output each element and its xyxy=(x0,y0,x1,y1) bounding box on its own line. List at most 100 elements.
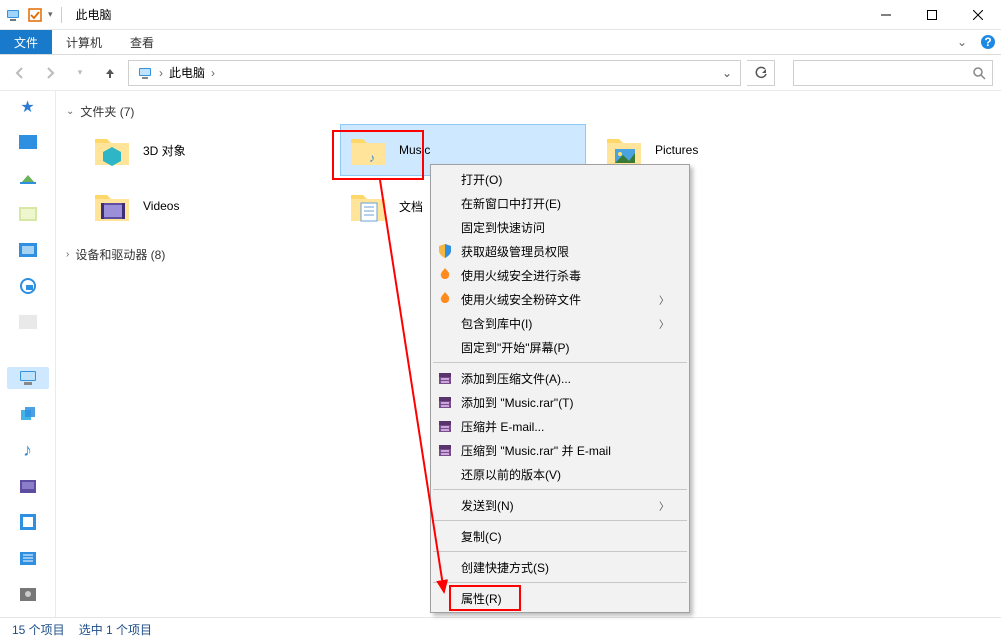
menu-item-label: 属性(R) xyxy=(461,590,502,607)
nav-this-pc[interactable] xyxy=(7,367,49,389)
nav-item[interactable] xyxy=(17,275,39,297)
nav-item[interactable] xyxy=(17,547,39,569)
huorong-icon xyxy=(436,266,454,284)
huorong-icon xyxy=(436,290,454,308)
close-button[interactable] xyxy=(955,0,1001,30)
chevron-right-icon: › xyxy=(157,66,165,80)
qat-item[interactable] xyxy=(26,6,44,24)
context-menu-item[interactable]: 添加到压缩文件(A)... xyxy=(431,366,689,390)
menu-item-label: 发送到(N) xyxy=(461,497,514,514)
menu-item-label: 压缩并 E-mail... xyxy=(461,418,544,435)
submenu-arrow-icon: 〉 xyxy=(659,292,669,307)
breadcrumb[interactable]: › 此电脑 › xyxy=(131,64,223,81)
context-menu-item[interactable]: 压缩并 E-mail... xyxy=(431,414,689,438)
context-menu-item[interactable]: 固定到"开始"屏幕(P) xyxy=(431,335,689,359)
help-icon[interactable]: ? xyxy=(975,30,1001,54)
menu-separator xyxy=(433,582,687,583)
up-button[interactable] xyxy=(98,61,122,85)
shield-icon xyxy=(436,242,454,260)
context-menu-item[interactable]: 复制(C) xyxy=(431,524,689,548)
navigation-pane: ★ ♪ xyxy=(0,91,56,617)
submenu-arrow-icon: 〉 xyxy=(659,498,669,513)
quick-access-toolbar: ▾ xyxy=(0,6,70,24)
minimize-button[interactable] xyxy=(863,0,909,30)
context-menu-item[interactable]: 获取超级管理员权限 xyxy=(431,239,689,263)
folder-label: Pictures xyxy=(655,143,698,157)
quick-access-icon[interactable]: ★ xyxy=(20,97,34,117)
menu-separator xyxy=(433,551,687,552)
submenu-arrow-icon: 〉 xyxy=(659,316,669,331)
menu-item-label: 固定到快速访问 xyxy=(461,219,545,236)
search-box[interactable] xyxy=(793,60,993,86)
folder-item[interactable]: 3D 对象 xyxy=(84,124,330,176)
menu-separator xyxy=(433,520,687,521)
context-menu-item[interactable]: 添加到 "Music.rar"(T) xyxy=(431,390,689,414)
navigation-bar: ▾ › 此电脑 › ⌄ xyxy=(0,55,1001,91)
ribbon-collapse-icon[interactable]: ⌄ xyxy=(949,30,975,54)
address-bar[interactable]: › 此电脑 › ⌄ xyxy=(128,60,741,86)
music-icon[interactable]: ♪ xyxy=(17,439,39,461)
context-menu-item[interactable]: 固定到快速访问 xyxy=(431,215,689,239)
nav-item[interactable] xyxy=(17,511,39,533)
breadcrumb-label: 此电脑 xyxy=(169,64,205,81)
context-menu-item[interactable]: 还原以前的版本(V) xyxy=(431,462,689,486)
rar-icon xyxy=(436,393,454,411)
nav-item[interactable] xyxy=(17,203,39,225)
title-bar: ▾ 此电脑 xyxy=(0,0,1001,30)
context-menu: 打开(O)在新窗口中打开(E) 固定到快速访问获取超级管理员权限使用火绒安全进行杀… xyxy=(430,164,690,613)
menu-separator xyxy=(433,362,687,363)
nav-item[interactable] xyxy=(17,311,39,333)
folder-icon: ♪ xyxy=(347,129,389,171)
rar-icon xyxy=(436,441,454,459)
menu-item-label: 固定到"开始"屏幕(P) xyxy=(461,339,570,356)
folder-icon xyxy=(347,185,389,227)
back-button[interactable] xyxy=(8,61,32,85)
qat-dropdown[interactable]: ▾ xyxy=(48,9,53,20)
menu-item-label: 压缩到 "Music.rar" 并 E-mail xyxy=(461,442,611,459)
menu-item-label: 复制(C) xyxy=(461,528,502,545)
maximize-button[interactable] xyxy=(909,0,955,30)
recent-dropdown[interactable]: ▾ xyxy=(68,61,92,85)
menu-item-label: 使用火绒安全粉碎文件 xyxy=(461,291,581,308)
window-controls xyxy=(863,0,1001,30)
pc-icon xyxy=(137,65,153,81)
menu-item-label: 创建快捷方式(S) xyxy=(461,559,549,576)
section-header-folders[interactable]: ⌄ 文件夹 (7) xyxy=(66,99,991,124)
rar-icon xyxy=(436,417,454,435)
menu-item-label: 添加到 "Music.rar"(T) xyxy=(461,394,574,411)
nav-item[interactable] xyxy=(17,239,39,261)
address-dropdown-icon[interactable]: ⌄ xyxy=(716,66,738,80)
menu-item-label: 还原以前的版本(V) xyxy=(461,466,561,483)
chevron-down-icon: ⌄ xyxy=(66,106,74,117)
context-menu-item[interactable]: 打开(O) xyxy=(431,167,689,191)
ribbon-tab-view[interactable]: 查看 xyxy=(116,30,168,54)
status-bar: 15 个项目 选中 1 个项目 xyxy=(0,617,1001,641)
rar-icon xyxy=(436,369,454,387)
nav-item[interactable] xyxy=(17,131,39,153)
context-menu-item[interactable]: 发送到(N) 〉 xyxy=(431,493,689,517)
context-menu-item[interactable]: 压缩到 "Music.rar" 并 E-mail xyxy=(431,438,689,462)
ribbon-tab-computer[interactable]: 计算机 xyxy=(52,30,116,54)
nav-item[interactable] xyxy=(17,403,39,425)
system-icon xyxy=(4,6,22,24)
refresh-button[interactable] xyxy=(747,60,775,86)
folder-label: Videos xyxy=(143,199,179,213)
nav-item[interactable] xyxy=(17,583,39,605)
context-menu-item[interactable]: 使用火绒安全进行杀毒 xyxy=(431,263,689,287)
search-icon xyxy=(972,66,986,80)
menu-item-label: 添加到压缩文件(A)... xyxy=(461,370,571,387)
svg-text:♪: ♪ xyxy=(369,151,375,165)
svg-text:?: ? xyxy=(984,35,991,49)
folder-icon xyxy=(91,185,133,227)
separator xyxy=(61,7,62,23)
context-menu-item[interactable]: 创建快捷方式(S) xyxy=(431,555,689,579)
context-menu-item[interactable]: 属性(R) xyxy=(431,586,689,610)
nav-item[interactable] xyxy=(17,475,39,497)
forward-button[interactable] xyxy=(38,61,62,85)
context-menu-item[interactable]: 使用火绒安全粉碎文件 〉 xyxy=(431,287,689,311)
nav-item[interactable] xyxy=(17,167,39,189)
folder-item[interactable]: Videos xyxy=(84,180,330,232)
ribbon-file-tab[interactable]: 文件 xyxy=(0,30,52,54)
context-menu-item[interactable]: 在新窗口中打开(E) xyxy=(431,191,689,215)
context-menu-item[interactable]: 包含到库中(I)〉 xyxy=(431,311,689,335)
